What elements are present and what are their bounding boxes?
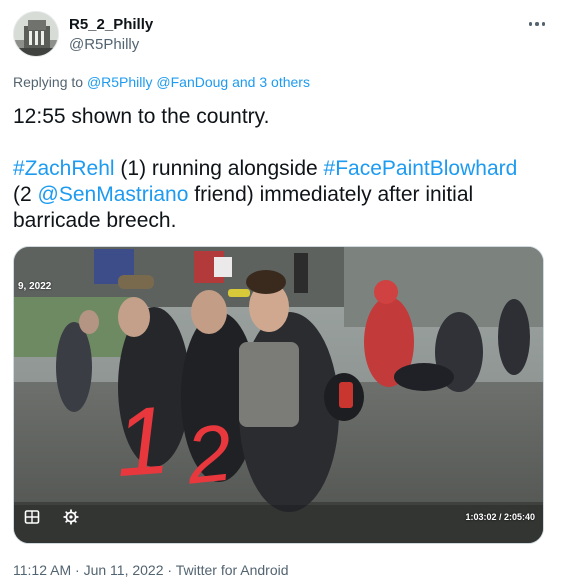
more-horizontal-icon — [528, 22, 533, 26]
reply-mention-fandoug[interactable]: @FanDoug — [156, 74, 228, 90]
tweet-text-paragraph: #ZachRehl (1) running alongside #FacePai… — [13, 157, 518, 232]
tweet-meta: 11:12 AM · Jun 11, 2022 · Twitter for An… — [13, 562, 289, 578]
annotation-1: 1 — [112, 387, 173, 497]
annotation-2: 2 — [181, 407, 236, 500]
tweet-text: 12:55 shown to the country. #ZachRehl (1… — [13, 104, 548, 234]
mention-senmastriano[interactable]: @SenMastriano — [38, 183, 189, 206]
video-frame: 1 2 — [14, 247, 543, 543]
replying-to: Replying to @R5Philly @FanDoug and 3 oth… — [13, 74, 310, 90]
user-block: R5_2_Philly @R5Philly — [69, 15, 153, 54]
avatar[interactable] — [13, 11, 59, 57]
tweet-source: Twitter for Android — [175, 562, 289, 578]
reply-others-link[interactable]: and 3 others — [232, 74, 310, 90]
tweet-time[interactable]: 11:12 AM — [13, 562, 71, 578]
reply-mention-r5philly[interactable]: @R5Philly — [87, 74, 153, 90]
hashtag-zachrehl[interactable]: #ZachRehl — [13, 157, 115, 180]
tweet-card: R5_2_Philly @R5Philly Replying to @R5Phi… — [0, 0, 562, 586]
video-overlay-date: 9, 2022 — [18, 281, 52, 292]
tweet-text-line: 12:55 shown to the country. — [13, 105, 270, 128]
user-handle[interactable]: @R5Philly — [69, 35, 153, 54]
settings-gear-icon[interactable] — [63, 509, 79, 525]
video-timecode: 1:03:02 / 2:05:40 — [465, 512, 535, 522]
hashtag-facepaintblowhard[interactable]: #FacePaintBlowhard — [324, 157, 518, 180]
tweet-date[interactable]: Jun 11, 2022 — [84, 562, 164, 578]
grid-icon[interactable] — [24, 509, 40, 525]
more-options-button[interactable] — [523, 13, 551, 35]
video-media[interactable]: 1 2 9, 2022 1:03:02 / 2:05:40 — [13, 246, 544, 544]
display-name[interactable]: R5_2_Philly — [69, 15, 153, 34]
